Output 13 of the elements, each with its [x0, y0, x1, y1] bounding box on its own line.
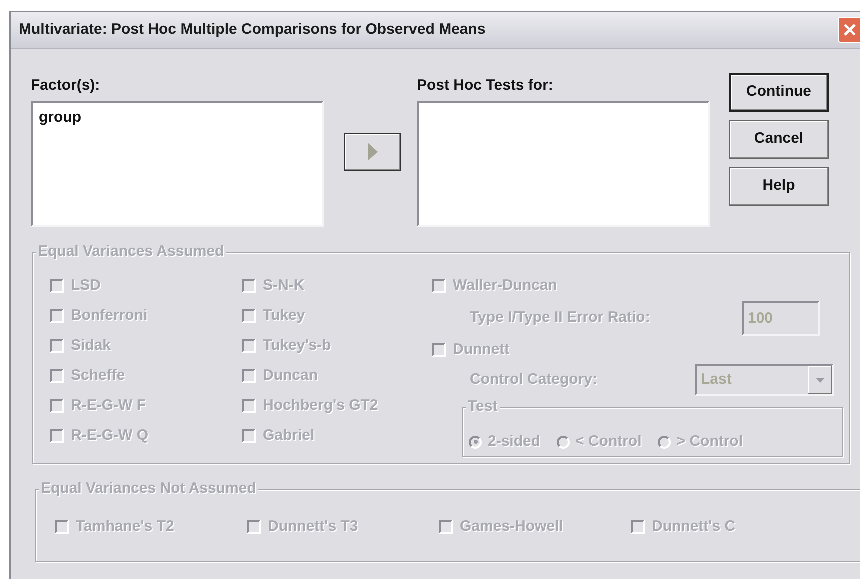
dialog-button[interactable]: Cancel [729, 120, 829, 159]
list-item[interactable]: group [39, 107, 316, 130]
dialog-button[interactable]: Continue [729, 73, 829, 112]
caret-icon [816, 378, 824, 382]
factors-list[interactable]: group [31, 101, 324, 227]
close-button[interactable] [838, 17, 860, 43]
window-title: Multivariate: Post Hoc Multiple Comparisons for Observed Means [18, 20, 486, 40]
arrow-icon [368, 143, 378, 161]
dialog-button[interactable]: Help [729, 167, 829, 206]
field-label: Post Hoc Tests for: [417, 77, 554, 95]
field-label: Factor(s): [31, 77, 102, 95]
close-icon [842, 23, 856, 37]
post-hoc-list[interactable] [417, 101, 710, 227]
